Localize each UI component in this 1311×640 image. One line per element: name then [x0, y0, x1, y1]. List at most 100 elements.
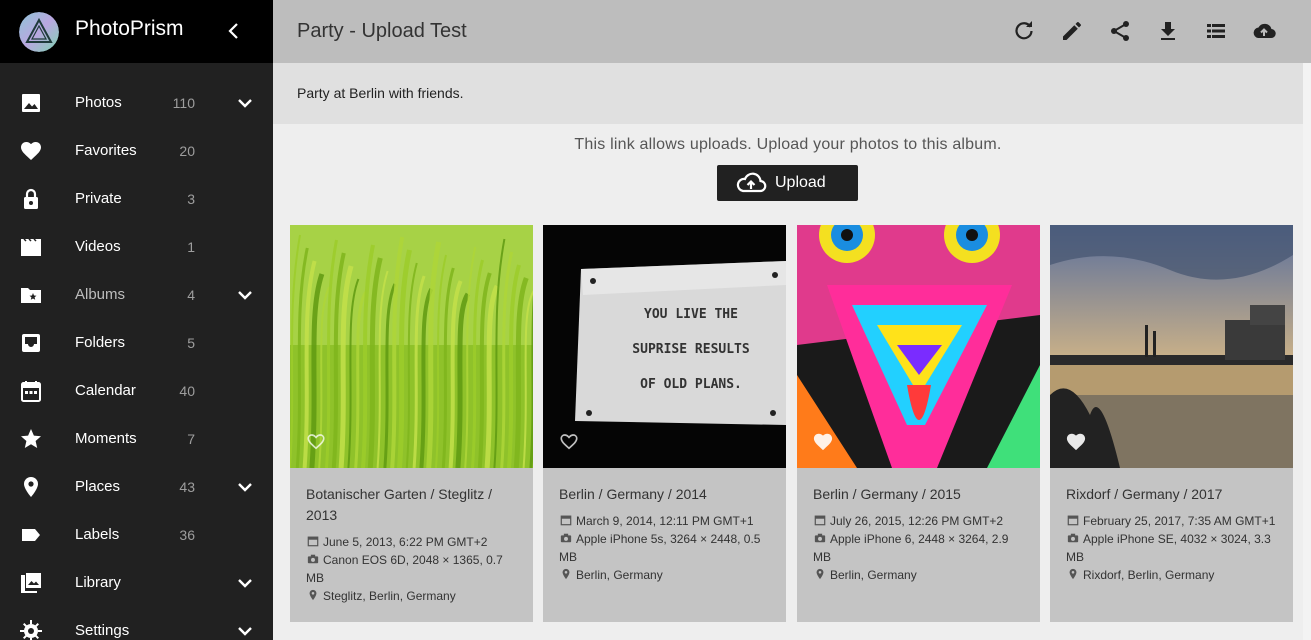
photo-title[interactable]: Botanischer Garten / Steglitz / 2013 [306, 484, 521, 526]
photo-date-row: June 5, 2013, 6:22 PM GMT+2 [306, 533, 521, 551]
sidebar-item-calendar[interactable]: Calendar 40 [0, 367, 273, 415]
sign-text-line-1: YOU LIVE THE [644, 307, 738, 322]
sidebar-item-label: Places [75, 478, 121, 495]
photo-title[interactable]: Rixdorf / Germany / 2017 [1066, 484, 1281, 505]
chevron-down-icon[interactable] [233, 91, 257, 115]
sign-text-line-3: OF OLD PLANS. [640, 377, 742, 392]
album-toolbar: Party - Upload Test [273, 0, 1311, 63]
photo-camera: Apple iPhone 6, 2448 × 3264, 2.9 MB [813, 532, 1009, 564]
photo-location: Steglitz, Berlin, Germany [323, 589, 456, 603]
photo-card[interactable]: Botanischer Garten / Steglitz / 2013 June… [290, 225, 533, 622]
photo-meta: March 9, 2014, 12:11 PM GMT+1 Apple iPhon… [559, 512, 774, 584]
place-icon [816, 568, 824, 580]
sidebar-item-count: 5 [187, 335, 195, 351]
list-view-icon[interactable] [1204, 19, 1228, 43]
calendar-icon [560, 515, 572, 526]
sidebar-item-count: 40 [179, 383, 195, 399]
favorite-heart-icon[interactable] [1065, 431, 1087, 451]
photo-location-row: Berlin, Germany [813, 566, 1028, 584]
place-icon [1069, 568, 1077, 580]
chevron-down-icon[interactable] [233, 475, 257, 499]
camera-icon [560, 533, 572, 543]
place-icon [562, 568, 570, 580]
photo-date: March 9, 2014, 12:11 PM GMT+1 [576, 514, 754, 528]
sidebar-item-albums[interactable]: Albums 4 [0, 271, 273, 319]
sidebar-item-label: Photos [75, 94, 122, 111]
sidebar-item-folders[interactable]: Folders 5 [0, 319, 273, 367]
favorite-heart-icon[interactable] [558, 431, 580, 451]
calendar-icon [307, 536, 319, 547]
sidebar-item-places[interactable]: Places 43 [0, 463, 273, 511]
sidebar-item-photos[interactable]: Photos 110 [0, 79, 273, 127]
heart-icon [21, 142, 41, 160]
upload-button[interactable]: Upload [717, 165, 858, 201]
sidebar-item-videos[interactable]: Videos 1 [0, 223, 273, 271]
collapse-sidebar-icon[interactable] [222, 19, 246, 43]
sidebar-item-label: Moments [75, 430, 137, 447]
album-description-bar: Party at Berlin with friends. [273, 63, 1311, 124]
image-icon [22, 94, 40, 112]
photo-camera-row: Canon EOS 6D, 2048 × 1365, 0.7 MB [306, 551, 521, 587]
sidebar-item-label: Favorites [75, 142, 137, 159]
share-icon[interactable] [1108, 19, 1132, 43]
sidebar-item-moments[interactable]: Moments 7 [0, 415, 273, 463]
sidebar-item-library[interactable]: Library [0, 559, 273, 607]
camera-icon [307, 554, 319, 564]
photo-date-row: March 9, 2014, 12:11 PM GMT+1 [559, 512, 774, 530]
photo-camera-row: Apple iPhone 6, 2448 × 3264, 2.9 MB [813, 530, 1028, 566]
movie-icon [21, 238, 41, 256]
sidebar-item-count: 110 [172, 95, 195, 111]
sidebar-item-label: Labels [75, 526, 120, 543]
sidebar-item-count: 36 [179, 527, 195, 543]
photo-location-row: Steglitz, Berlin, Germany [306, 587, 521, 605]
album-description: Party at Berlin with friends. [297, 85, 464, 101]
sidebar-item-settings[interactable]: Settings [0, 607, 273, 640]
photo-date: February 25, 2017, 7:35 AM GMT+1 [1083, 514, 1276, 528]
sidebar-nav: Photos 110 Favorites 20 Private 3 Videos 1 Album… [0, 79, 273, 640]
photo-meta: June 5, 2013, 6:22 PM GMT+2 Canon EOS 6D,… [306, 533, 521, 605]
favorite-heart-icon[interactable] [305, 431, 327, 451]
sidebar-item-private[interactable]: Private 3 [0, 175, 273, 223]
sidebar-item-count: 43 [179, 479, 195, 495]
refresh-icon[interactable] [1012, 19, 1036, 43]
edit-icon[interactable] [1060, 19, 1084, 43]
sidebar-item-count: 1 [187, 239, 195, 255]
photo-title[interactable]: Berlin / Germany / 2015 [813, 484, 1028, 505]
photo-date: July 26, 2015, 12:26 PM GMT+2 [830, 514, 1004, 528]
chevron-down-icon[interactable] [233, 283, 257, 307]
photo-card[interactable]: YOU LIVE THE SUPRISE RESULTS OF OLD PLANS.… [543, 225, 786, 622]
sidebar-item-label: Private [75, 190, 122, 207]
app-name: PhotoPrism [75, 17, 184, 40]
camera-icon [814, 533, 826, 543]
photo-card[interactable]: Rixdorf / Germany / 2017 February 25, 201… [1050, 225, 1293, 622]
sidebar-item-label: Videos [75, 238, 121, 255]
sidebar-item-label: Folders [75, 334, 126, 351]
folder-star-icon [21, 288, 41, 303]
photo-card[interactable]: Berlin / Germany / 2015 July 26, 2015, 12… [797, 225, 1040, 622]
scrollbar[interactable] [1303, 63, 1311, 640]
photoprism-logo[interactable] [19, 12, 59, 52]
photo-location-row: Berlin, Germany [559, 566, 774, 584]
calendar-icon [1067, 515, 1079, 526]
photo-camera-row: Apple iPhone 5s, 3264 × 2448, 0.5 MB [559, 530, 774, 566]
photo-location: Berlin, Germany [830, 568, 917, 582]
sidebar-item-favorites[interactable]: Favorites 20 [0, 127, 273, 175]
lock-icon [24, 188, 38, 209]
chevron-down-icon[interactable] [233, 619, 257, 640]
photo-camera: Apple iPhone SE, 4032 × 3024, 3.3 MB [1066, 532, 1271, 564]
sidebar-item-labels[interactable]: Labels 36 [0, 511, 273, 559]
page-title: Party - Upload Test [297, 20, 467, 42]
photo-location-row: Rixdorf, Berlin, Germany [1066, 566, 1281, 584]
camera-icon [1067, 533, 1079, 543]
calendar-icon [21, 381, 41, 402]
place-icon [309, 589, 317, 601]
download-icon[interactable] [1156, 19, 1180, 43]
sidebar: PhotoPrism Photos 110 Favorites 20 Private 3 V… [0, 0, 273, 640]
sidebar-header: PhotoPrism [0, 0, 273, 63]
cloud-upload-icon[interactable] [1252, 19, 1276, 43]
chevron-down-icon[interactable] [233, 571, 257, 595]
sidebar-item-count: 4 [187, 287, 195, 303]
place-icon [24, 477, 38, 497]
favorite-heart-icon[interactable] [812, 431, 834, 451]
photo-title[interactable]: Berlin / Germany / 2014 [559, 484, 774, 505]
